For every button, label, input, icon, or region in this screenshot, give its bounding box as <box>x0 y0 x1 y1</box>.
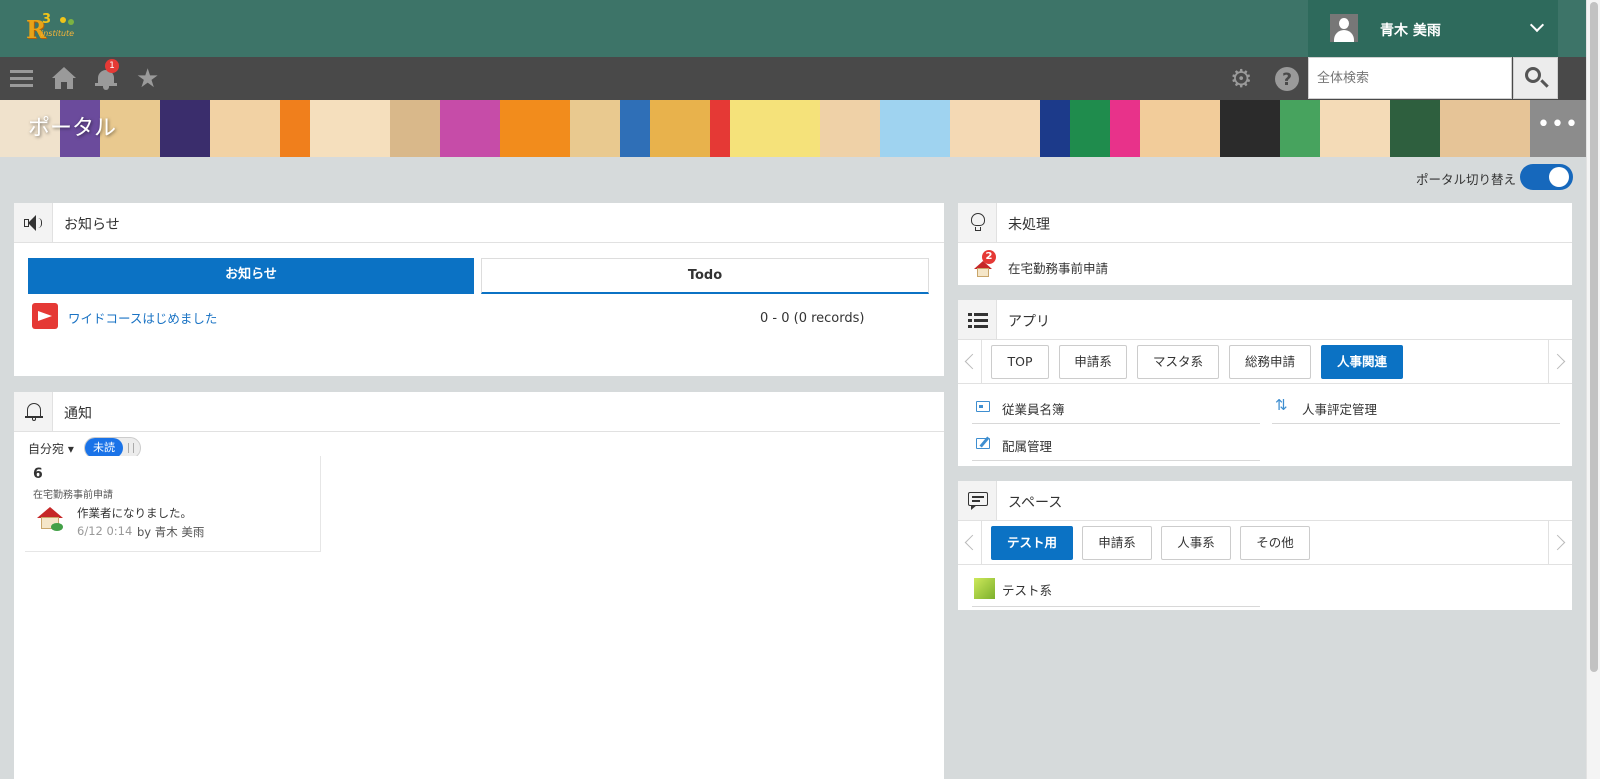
notification-author: by 青木 美雨 <box>137 525 205 539</box>
app-item-assignment[interactable]: 配属管理 <box>972 425 1260 461</box>
chevron-down-icon[interactable] <box>1529 17 1545 33</box>
menu-icon[interactable] <box>9 66 35 92</box>
notification-message: 作業者になりました。 <box>77 506 192 520</box>
notification-panel-header: 通知 <box>14 392 944 432</box>
notification-time: 6/12 0:14 <box>77 524 133 538</box>
notification-badge: 1 <box>105 59 119 73</box>
space-item-label: テスト系 <box>1002 583 1053 598</box>
lightbulb-icon <box>971 213 985 233</box>
app-category-master[interactable]: マスタ系 <box>1137 345 1219 379</box>
app-panel-title: アプリ <box>1008 314 1050 330</box>
chevron-left-icon[interactable] <box>958 521 982 565</box>
search-button[interactable] <box>1513 57 1558 99</box>
app-category-application[interactable]: 申請系 <box>1059 345 1127 379</box>
notice-panel-title: お知らせ <box>64 217 120 233</box>
app-panel-header: アプリ <box>958 300 1572 340</box>
notification-panel-title: 通知 <box>64 406 92 422</box>
space-category-test[interactable]: テスト用 <box>991 526 1073 560</box>
notification-count: 6 <box>33 466 43 482</box>
logo-dot <box>68 19 74 25</box>
user-menu[interactable]: 青木 美雨 <box>1308 0 1558 57</box>
recipient-filter-label: 自分宛 <box>28 442 65 456</box>
chevron-right-icon[interactable] <box>1548 521 1572 565</box>
chevron-right-icon[interactable] <box>1548 340 1572 384</box>
pending-panel-title: 未処理 <box>1008 217 1050 233</box>
help-icon[interactable]: ? <box>1275 67 1299 91</box>
app-item-label: 従業員名簿 <box>1002 402 1065 417</box>
portal-switch-toggle[interactable] <box>1520 164 1573 190</box>
search-input[interactable] <box>1308 57 1512 99</box>
more-options-button[interactable]: ••• <box>1530 100 1586 157</box>
bell-icon <box>25 401 43 421</box>
app-category-general-affairs[interactable]: 総務申請 <box>1229 345 1311 379</box>
chevron-left-icon[interactable] <box>958 340 982 384</box>
tab-todo[interactable]: Todo <box>481 258 929 294</box>
notification-app-name: 在宅勤務事前申請 <box>33 490 113 501</box>
logo-number: 3 <box>42 12 52 27</box>
space-category-tabs: テスト用 申請系 人事系 その他 <box>958 521 1572 565</box>
star-icon[interactable]: ★ <box>136 66 162 92</box>
space-thumbnail <box>974 578 995 599</box>
avatar <box>1330 14 1358 42</box>
pending-panel-header: 未処理 <box>958 203 1572 243</box>
notification-panel: 通知 自分宛 ▾ 未読 6 在宅勤務事前申請 作業者になりました。 6/12 0… <box>14 392 944 779</box>
notice-panel-header: お知らせ <box>14 203 944 243</box>
portal-switch-label: ポータル切り替え <box>1416 172 1517 187</box>
space-category-other[interactable]: その他 <box>1240 526 1310 560</box>
app-item-employee-directory[interactable]: 従業員名簿 <box>972 388 1260 424</box>
search-icon <box>1525 67 1541 83</box>
space-panel-header: スペース <box>958 481 1572 521</box>
app-item-label: 配属管理 <box>1002 439 1053 454</box>
records-count: 0 - 0 (0 records) <box>760 311 865 326</box>
announcement-icon <box>32 303 58 329</box>
edit-icon <box>976 438 990 449</box>
page-scrollbar[interactable] <box>1586 0 1600 779</box>
recipient-filter-dropdown[interactable]: 自分宛 ▾ <box>28 440 74 457</box>
notice-panel: お知らせ お知らせ Todo ワイドコースはじめました 0 - 0 (0 rec… <box>14 203 944 376</box>
logo-dot <box>60 17 66 23</box>
swap-icon <box>1275 396 1290 414</box>
gear-icon[interactable]: ⚙ <box>1230 66 1256 92</box>
user-name: 青木 美雨 <box>1380 23 1441 39</box>
list-icon <box>968 312 988 328</box>
notice-link[interactable]: ワイドコースはじめました <box>68 308 217 327</box>
pending-count-badge: 2 <box>982 250 996 264</box>
app-category-top[interactable]: TOP <box>991 345 1049 379</box>
space-category-hr[interactable]: 人事系 <box>1161 526 1231 560</box>
space-panel: スペース テスト用 申請系 人事系 その他 テスト系 <box>958 481 1572 610</box>
caret-down-icon: ▾ <box>67 442 74 456</box>
notification-card[interactable]: 6 在宅勤務事前申請 作業者になりました。 6/12 0:14 by 青木 美雨 <box>25 456 321 552</box>
space-category-application[interactable]: 申請系 <box>1082 526 1152 560</box>
logo-subtext: institute <box>41 29 75 38</box>
pending-panel: 未処理 2 在宅勤務事前申請 <box>958 203 1572 285</box>
chat-icon <box>968 492 988 510</box>
pending-item-link[interactable]: 在宅勤務事前申請 <box>1008 258 1108 277</box>
portal-banner: ポータル <box>0 100 1586 157</box>
space-panel-title: スペース <box>1008 495 1063 511</box>
app-category-hr[interactable]: 人事関連 <box>1321 345 1403 379</box>
app-category-tabs: TOP 申請系 マスタ系 総務申請 人事関連 <box>958 340 1572 384</box>
page-title: ポータル <box>28 116 117 141</box>
megaphone-icon <box>24 215 42 231</box>
id-card-icon <box>976 401 990 412</box>
tab-notice[interactable]: お知らせ <box>28 258 474 294</box>
app-item-label: 人事評定管理 <box>1302 402 1378 417</box>
unread-toggle-label: 未読 <box>85 438 123 458</box>
home-icon[interactable] <box>51 66 77 92</box>
scrollbar-thumb[interactable] <box>1590 2 1598 672</box>
app-panel: アプリ TOP 申請系 マスタ系 総務申請 人事関連 従業員名簿 人事評定管理 … <box>958 300 1572 466</box>
space-item-test[interactable]: テスト系 <box>972 569 1260 607</box>
app-item-hr-evaluation[interactable]: 人事評定管理 <box>1272 388 1560 424</box>
app-logo[interactable]: R 3 institute <box>26 12 78 44</box>
house-icon <box>37 507 63 531</box>
